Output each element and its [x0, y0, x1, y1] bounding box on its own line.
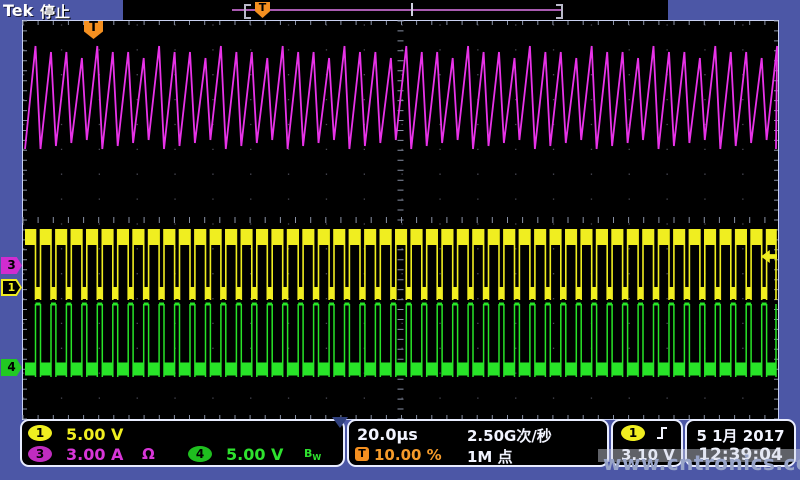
ch1-scale: 5.00 V [66, 425, 123, 444]
record-view-right-bracket [556, 4, 563, 19]
sample-rate: 2.50G次/秒 [467, 425, 552, 446]
trigger-t-badge: T [355, 447, 369, 461]
horizontal-acquisition-box: 20.0μs 2.50G次/秒 T 10.00 % 1M 点 [347, 419, 609, 467]
graticule-ticks [23, 21, 778, 419]
ch3-ground-marker[interactable]: 3 [1, 257, 22, 274]
waveform-svg [22, 20, 779, 420]
ch1-ground-marker[interactable]: 1 [1, 279, 22, 296]
channel-readouts-box: 1 5.00 V 3 3.00 A Ω 4 5.00 V BW [20, 419, 345, 467]
oscilloscope-screen: Tek 停止 T T 3 1 4 1 5.00 V 3 3.00 A Ω 4 5… [0, 0, 800, 480]
record-view-strip: T [123, 0, 668, 20]
trigger-source-badge: 1 [621, 425, 645, 441]
record-view-center-tick [411, 3, 413, 16]
time-per-div: 20.0μs [357, 425, 418, 444]
ch3-scale: 3.00 A [66, 445, 123, 464]
ch4-badge: 4 [188, 446, 212, 462]
ch1-badge: 1 [28, 425, 52, 441]
rising-edge-icon [655, 425, 669, 441]
record-length: 1M 点 [467, 446, 513, 467]
ch3-badge: 3 [28, 446, 52, 462]
ch4-ground-marker[interactable]: 4 [1, 359, 22, 376]
tek-logo: Tek [3, 1, 33, 20]
date-readout: 5 1月 2017 [687, 425, 794, 446]
ch4-scale: 5.00 V [226, 445, 283, 464]
ch1-ground-marker-label: 1 [3, 281, 20, 294]
watermark-text: www.cntronics.com [603, 451, 800, 475]
ch3-coupling: Ω [142, 445, 155, 463]
record-view-line [232, 9, 562, 11]
record-trigger-position-icon: T [255, 2, 270, 18]
ch3-trace [25, 46, 777, 149]
horizontal-position: 10.00 % [374, 446, 442, 464]
record-view-left-bracket [244, 4, 251, 19]
bw-sub-letter: W [312, 453, 321, 462]
acquisition-status: 停止 [40, 1, 70, 22]
ch4-bandwidth-indicator: BW [304, 447, 321, 462]
